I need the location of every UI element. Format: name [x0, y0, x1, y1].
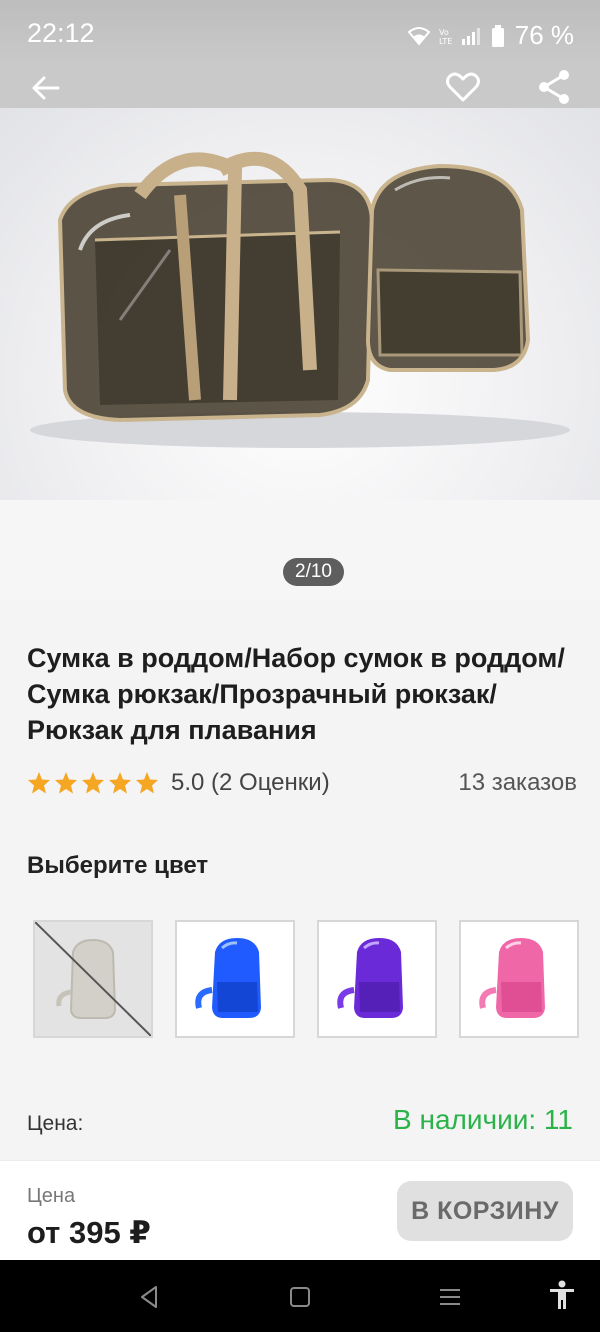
svg-text:Vo: Vo [439, 28, 449, 37]
price-label: Цена: [27, 1112, 84, 1135]
star-icon [109, 772, 131, 794]
wifi-icon [407, 26, 431, 46]
add-to-cart-button[interactable]: В КОРЗИНУ [397, 1181, 573, 1241]
color-swatches [33, 920, 600, 1038]
buy-bar: Цена от 395 ₽ В КОРЗИНУ [0, 1160, 600, 1260]
backpack-thumbnail [195, 938, 261, 1018]
orders-count: 13 заказов [458, 769, 577, 796]
star-icon [28, 772, 50, 794]
nav-recents-icon[interactable] [437, 1284, 463, 1310]
product-photo[interactable] [0, 100, 600, 500]
signal-icon [461, 27, 480, 45]
share-icon[interactable] [536, 68, 572, 106]
color-heading: Выберите цвет [27, 852, 209, 879]
star-icon [136, 772, 158, 794]
rating-summary: 5.0 (2 Оценки) [171, 769, 330, 796]
color-option-pink[interactable] [459, 920, 579, 1038]
battery-icon [491, 24, 504, 47]
star-icon [55, 772, 77, 794]
status-bar: 22:12 Vo LTE 76 % [0, 0, 600, 64]
nav-home-icon[interactable] [287, 1284, 313, 1310]
buy-price: от 395 ₽ [27, 1215, 151, 1250]
svg-text:LTE: LTE [439, 37, 452, 46]
volte-icon: Vo LTE [439, 28, 452, 46]
backpack-thumbnail [337, 938, 403, 1018]
image-counter: 2/10 [283, 558, 344, 586]
unavailable-cross-icon [35, 922, 151, 1036]
rating-stars [27, 771, 159, 795]
battery-percent: 76 % [514, 20, 574, 50]
buy-price-label: Цена [27, 1185, 76, 1207]
status-icons: Vo LTE 76 % [407, 20, 574, 51]
back-arrow-icon[interactable] [28, 70, 64, 106]
heart-icon[interactable] [444, 68, 482, 106]
accessibility-icon[interactable] [548, 1280, 576, 1310]
system-nav-bar [0, 1260, 600, 1332]
rating-row[interactable]: 5.0 (2 Оценки) 13 заказов [27, 766, 577, 800]
nav-back-icon[interactable] [136, 1284, 162, 1310]
color-option-purple[interactable] [317, 920, 437, 1038]
backpack-thumbnail [479, 938, 545, 1018]
status-time: 22:12 [27, 18, 95, 48]
product-header [0, 64, 600, 108]
bags-illustration [30, 151, 570, 448]
star-icon [82, 772, 104, 794]
stock-status: В наличии: 11 [393, 1104, 573, 1135]
product-title: Сумка в роддом/Набор сумок в роддом/Сумк… [27, 643, 565, 745]
color-option-blue[interactable] [175, 920, 295, 1038]
color-option-white[interactable] [33, 920, 153, 1038]
product-gallery[interactable]: 2/10 [0, 100, 600, 600]
